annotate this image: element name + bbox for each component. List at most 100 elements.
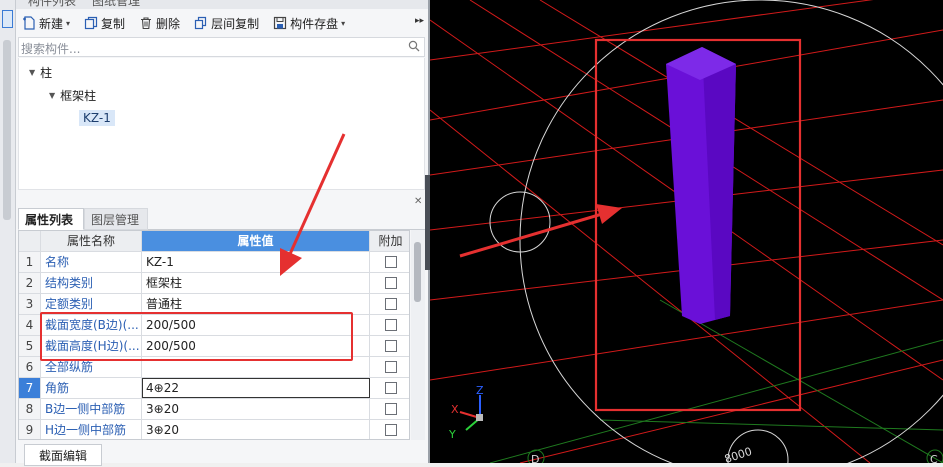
axis-label-d: D: [531, 453, 539, 463]
extra-cell: [370, 420, 409, 439]
header-name: 属性名称: [41, 231, 142, 251]
collapse-arrow-icon[interactable]: ▼: [49, 91, 55, 100]
viewport-canvas: D C 8000 Z X Y: [430, 0, 943, 463]
copy-button[interactable]: 复制: [84, 12, 125, 34]
row-index: 5: [19, 336, 41, 356]
green-grid-lines: [489, 299, 943, 463]
axis-label-c: C: [930, 453, 938, 463]
trash-icon: [139, 16, 153, 30]
tree-node-column-label: 柱: [40, 66, 53, 80]
copy-icon: [84, 16, 98, 30]
extra-cell: [370, 315, 409, 335]
extra-checkbox[interactable]: [385, 256, 397, 268]
property-name: B边一侧中部筋: [41, 399, 142, 419]
3d-viewport[interactable]: D C 8000 Z X Y: [430, 0, 943, 463]
extra-cell: [370, 294, 409, 314]
floor-copy-button[interactable]: 层间复制: [194, 12, 259, 34]
frame-column-3d[interactable]: [666, 47, 736, 324]
search-placeholder: 搜索构件...: [21, 42, 81, 56]
row-index: 8: [19, 399, 41, 419]
table-row[interactable]: 8 B边一侧中部筋 3⊕20: [19, 399, 409, 420]
attribute-tabs: 属性列表 图层管理: [18, 208, 425, 230]
annotation-arrow-viewport: [459, 204, 622, 258]
component-panel: 构件列表 图纸管理 新建 ▾ 复制 删除 层间复制 构件存盘 ▾ ▸▸ 搜索构件…: [16, 0, 428, 466]
save-component-icon: [273, 16, 287, 30]
extra-cell: [370, 252, 409, 272]
extra-checkbox[interactable]: [385, 403, 397, 415]
toolbar-overflow-icon[interactable]: ▸▸: [415, 16, 424, 26]
collapse-arrow-icon[interactable]: ▼: [29, 68, 35, 77]
property-name: 结构类别: [41, 273, 142, 293]
row-index: 7: [19, 378, 41, 398]
tab-properties[interactable]: 属性列表: [18, 208, 84, 230]
property-name: 定额类别: [41, 294, 142, 314]
dropdown-arrow-icon: ▾: [66, 18, 71, 28]
tree-node-frame-column[interactable]: ▼ 框架柱: [49, 87, 96, 104]
property-name: H边一侧中部筋: [41, 420, 142, 439]
property-value[interactable]: 4⊕22: [142, 378, 370, 398]
extra-checkbox[interactable]: [385, 298, 397, 310]
extra-cell: [370, 273, 409, 293]
grid-scrollbar[interactable]: [411, 230, 425, 440]
dropdown-arrow-icon: ▾: [341, 18, 346, 28]
axis-y-label: Y: [448, 428, 456, 441]
floor-copy-icon: [194, 16, 208, 30]
axis-z-label: Z: [476, 384, 484, 397]
component-tree: ▼ 柱 ▼ 框架柱 KZ-1: [18, 58, 425, 190]
extra-cell: [370, 357, 409, 377]
scroll-thumb[interactable]: [414, 242, 421, 302]
row-index: 9: [19, 420, 41, 439]
extra-cell: [370, 378, 409, 398]
property-name: 名称: [41, 252, 142, 272]
table-row[interactable]: 7 角筋 4⊕22: [19, 378, 409, 399]
tab-layers[interactable]: 图层管理: [84, 208, 148, 230]
tree-node-column[interactable]: ▼ 柱: [29, 64, 52, 81]
tree-node-kz1[interactable]: KZ-1: [79, 110, 115, 126]
extra-checkbox[interactable]: [385, 319, 397, 331]
dimension-text: 8000: [723, 445, 754, 463]
row-index: 2: [19, 273, 41, 293]
new-document-icon: [22, 16, 36, 30]
close-icon[interactable]: ✕: [414, 196, 422, 207]
row-index: 4: [19, 315, 41, 335]
extra-cell: [370, 336, 409, 356]
property-value[interactable]: 3⊕20: [142, 420, 370, 439]
property-value[interactable]: 3⊕20: [142, 399, 370, 419]
annotation-highlight-box: [40, 312, 353, 361]
save-component-button-label: 构件存盘: [290, 16, 339, 31]
header-extra: 附加: [370, 231, 409, 251]
component-toolbar: 新建 ▾ 复制 删除 层间复制 构件存盘 ▾ ▸▸: [16, 10, 428, 36]
save-component-button[interactable]: 构件存盘 ▾: [273, 12, 345, 34]
extra-checkbox[interactable]: [385, 361, 397, 373]
extra-checkbox[interactable]: [385, 382, 397, 394]
extra-checkbox[interactable]: [385, 340, 397, 352]
side-scrollbar[interactable]: [3, 40, 11, 220]
delete-button[interactable]: 删除: [139, 12, 180, 34]
left-side-strip: [0, 0, 16, 463]
annotation-arrow-panel: [280, 133, 346, 276]
table-row[interactable]: 9 H边一侧中部筋 3⊕20: [19, 420, 409, 439]
axis-x-label: X: [451, 403, 459, 416]
row-index: 1: [19, 252, 41, 272]
search-input[interactable]: 搜索构件...: [18, 37, 425, 57]
axis-gizmo: Z X Y: [448, 384, 484, 441]
extra-checkbox[interactable]: [385, 424, 397, 436]
tree-node-kz1-label: KZ-1: [79, 110, 115, 126]
search-icon[interactable]: [408, 40, 420, 52]
new-button[interactable]: 新建 ▾: [22, 12, 70, 34]
extra-cell: [370, 399, 409, 419]
header-index: [19, 231, 41, 251]
copy-button-label: 复制: [101, 16, 126, 31]
property-name: 角筋: [41, 378, 142, 398]
floor-copy-button-label: 层间复制: [211, 16, 260, 31]
side-tab-icon[interactable]: [2, 10, 13, 28]
panel-tabs: 构件列表 图纸管理: [16, 0, 428, 9]
tab-component-list[interactable]: 构件列表: [22, 0, 82, 8]
extra-checkbox[interactable]: [385, 277, 397, 289]
property-value[interactable]: 普通柱: [142, 294, 370, 314]
tab-drawing-manage[interactable]: 图纸管理: [86, 0, 146, 8]
tree-node-frame-column-label: 框架柱: [60, 89, 97, 103]
new-button-label: 新建: [39, 16, 64, 31]
row-index: 6: [19, 357, 41, 377]
delete-button-label: 删除: [156, 16, 181, 31]
